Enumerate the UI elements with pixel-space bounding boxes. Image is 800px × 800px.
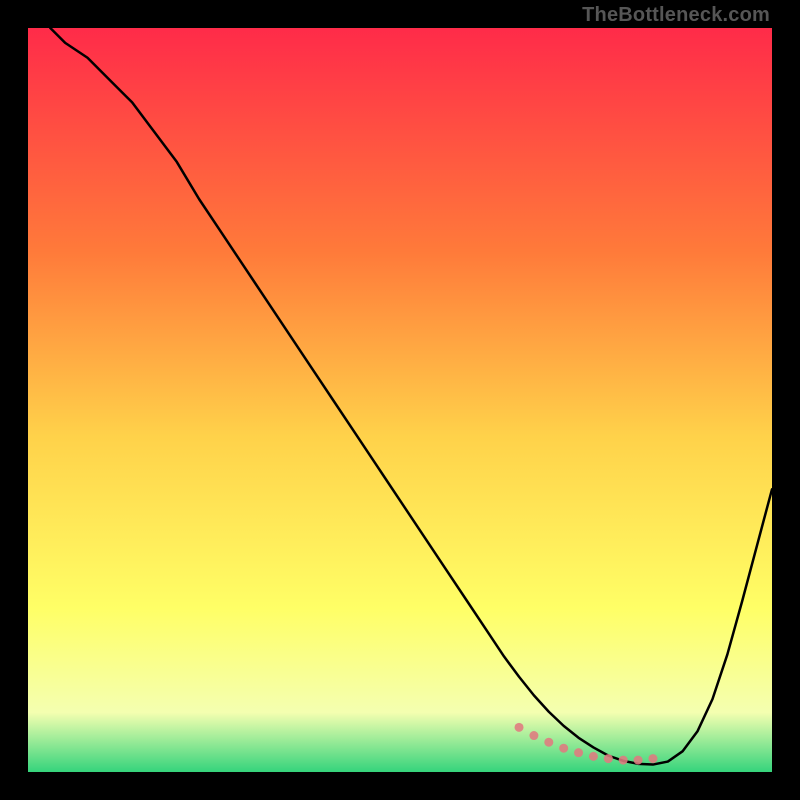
sweet-spot-marker xyxy=(648,754,657,763)
sweet-spot-marker xyxy=(604,754,613,763)
sweet-spot-marker xyxy=(529,731,538,740)
sweet-spot-marker xyxy=(544,738,553,747)
sweet-spot-marker xyxy=(559,744,568,753)
chart-svg xyxy=(28,28,772,772)
sweet-spot-marker xyxy=(589,752,598,761)
sweet-spot-marker xyxy=(515,723,524,732)
gradient-bg xyxy=(28,28,772,772)
sweet-spot-marker xyxy=(619,756,628,765)
watermark-text: TheBottleneck.com xyxy=(582,4,770,27)
plot-area xyxy=(28,28,772,772)
chart-container: TheBottleneck.com xyxy=(0,0,800,800)
sweet-spot-marker xyxy=(574,748,583,757)
sweet-spot-marker xyxy=(634,756,643,765)
